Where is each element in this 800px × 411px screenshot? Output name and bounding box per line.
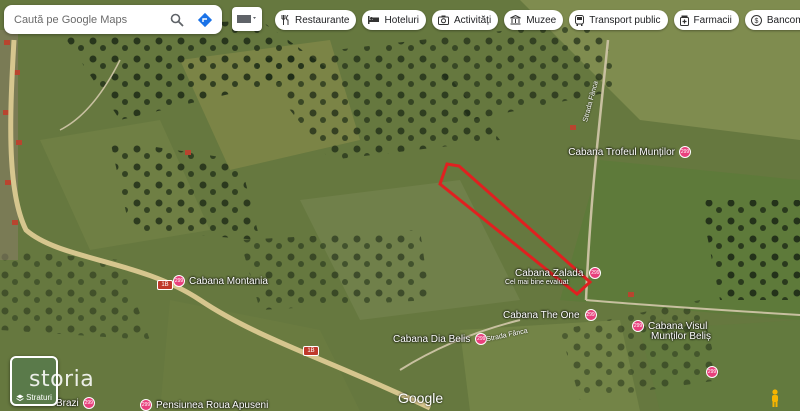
lodging-pin-icon: 299 xyxy=(679,146,691,158)
chip-farmacii[interactable]: Farmacii xyxy=(673,10,739,30)
pin-label: 299 xyxy=(586,312,595,318)
satellite-imagery xyxy=(0,0,800,411)
place-cabana-the-one[interactable]: Cabana The One 299 xyxy=(503,309,597,321)
storia-watermark: storia xyxy=(29,367,95,392)
pin-label: 299 xyxy=(141,402,151,408)
pin-label: 299 xyxy=(84,400,93,406)
satellite-map[interactable]: Caută pe Google Maps Restaurante Hotelur… xyxy=(0,0,800,411)
search-icon[interactable] xyxy=(166,9,188,31)
layers-label-row: Straturi xyxy=(12,393,56,402)
lodging-pin-icon: 299 xyxy=(82,397,95,409)
pin-label: 299 xyxy=(591,270,600,276)
place-label: Cabana The One xyxy=(503,309,580,321)
place-label: Cabana Dia Belis xyxy=(393,333,471,345)
place-pensiunea-roua[interactable]: 299 Pensiunea Roua Apuseni xyxy=(140,399,268,411)
place-brazi[interactable]: Brazi 299 xyxy=(56,397,95,409)
lodging-pin-icon: 299 xyxy=(706,366,718,378)
place-zalada-rating: Cel mai bine evaluat xyxy=(505,279,568,286)
place-cabana-zalada[interactable]: Cabana Zalada 299 xyxy=(515,267,602,279)
chip-hoteluri[interactable]: Hoteluri xyxy=(362,10,426,30)
place-label: Munților Beliș xyxy=(651,331,712,342)
lodging-pin-icon: 299 xyxy=(584,309,597,321)
road-number-badge: 1B xyxy=(303,346,319,356)
svg-text:$: $ xyxy=(754,18,758,25)
place-sublabel: Cel mai bine evaluat xyxy=(505,279,569,286)
bus-icon xyxy=(575,14,585,26)
museum-icon xyxy=(510,15,521,25)
place-unlabeled-pin[interactable]: 299 xyxy=(706,366,722,378)
chip-bancomate[interactable]: $ Bancomate xyxy=(744,10,800,30)
place-label: Cabana Visul xyxy=(648,320,708,332)
chip-label: Muzee xyxy=(526,14,557,26)
lodging-pin-icon: 299 xyxy=(632,320,644,332)
place-cabana-dia-belis[interactable]: Cabana Dia Belis 299 xyxy=(393,333,488,345)
chip-label: Bancomate xyxy=(766,14,800,26)
chip-restaurante[interactable]: Restaurante xyxy=(275,10,357,30)
camera-icon xyxy=(437,15,449,25)
search-bar[interactable]: Caută pe Google Maps xyxy=(4,5,222,34)
pharmacy-icon xyxy=(679,15,689,26)
layers-label: Straturi xyxy=(26,393,52,402)
place-label: Cabana Montania xyxy=(189,275,268,287)
restaurant-icon xyxy=(281,15,289,25)
directions-icon[interactable] xyxy=(194,9,216,31)
lodging-pin-icon: 299 xyxy=(173,275,185,287)
pin-label: 299 xyxy=(680,149,690,155)
road-number-badge: 1B xyxy=(157,280,173,290)
pin-label: 299 xyxy=(174,278,184,284)
atm-icon: $ xyxy=(750,14,762,26)
pin-label: 299 xyxy=(707,369,717,375)
chip-transport-public[interactable]: Transport public xyxy=(569,10,668,30)
chip-label: Transport public xyxy=(589,14,661,26)
chip-muzee[interactable]: Muzee xyxy=(504,10,564,30)
pin-label: 299 xyxy=(633,323,643,329)
place-label: Cabana Zalada xyxy=(515,267,584,279)
search-input[interactable]: Caută pe Google Maps xyxy=(4,14,166,26)
place-label: Cabana Trofeul Munților xyxy=(568,146,675,158)
chip-activitati[interactable]: Activități xyxy=(431,10,499,30)
layers-icon xyxy=(16,394,24,401)
place-cabana-trofeul[interactable]: 299 Cabana Trofeul Munților xyxy=(568,146,691,158)
chip-label: Hoteluri xyxy=(384,14,419,26)
category-chips: Restaurante Hoteluri Activități Muzee Tr… xyxy=(275,10,800,30)
google-logo: Google xyxy=(398,390,444,406)
place-label: Brazi xyxy=(56,397,79,409)
chip-label: Restaurante xyxy=(295,14,350,26)
keyboard-icon xyxy=(237,15,256,23)
hotel-icon xyxy=(368,16,380,24)
chip-label: Activități xyxy=(453,14,492,26)
place-cabana-montania[interactable]: 299 Cabana Montania xyxy=(173,275,268,287)
pin-label: 299 xyxy=(477,336,486,342)
place-cabana-visul-line2: Munților Beliș xyxy=(651,331,711,342)
pegman-icon[interactable] xyxy=(769,389,781,407)
chip-label: Farmacii xyxy=(693,14,732,26)
lodging-pin-icon: 299 xyxy=(589,267,602,279)
lodging-pin-icon: 299 xyxy=(140,399,152,411)
map-type-toggle[interactable] xyxy=(232,7,262,31)
place-label: Pensiunea Roua Apuseni xyxy=(156,399,269,411)
